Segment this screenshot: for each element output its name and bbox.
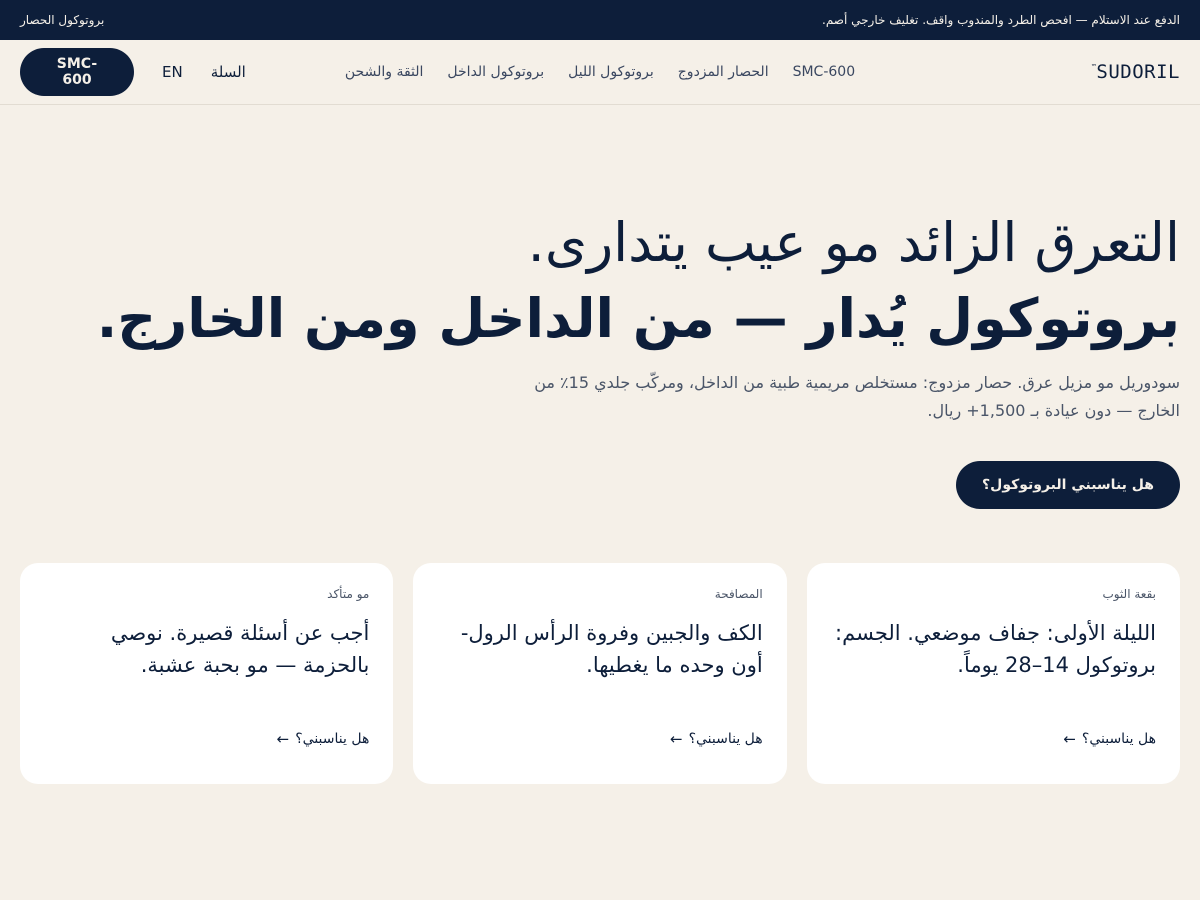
nav-link-trust-shipping[interactable]: الثقة والشحن [345,64,424,80]
arrow-left-icon: ← [276,730,290,748]
card-tag: بقعة الثوب [1102,587,1156,601]
card-not-sure[interactable]: مو متأكد أجب عن أسئلة قصيرة. نوصي بالحزم… [20,563,394,784]
protocol-link[interactable]: بروتوكول الحصار [20,13,104,27]
nav-link-double-blockade[interactable]: الحصار المزدوج [678,64,769,80]
card-title: أجب عن أسئلة قصيرة. نوصي بالحزمة — مو بح… [110,621,370,677]
hero-subtext: سودوريل مو مزيل عرق. حصار مزدوج: مستخلص … [534,373,1180,420]
card-tag: مو متأكد [327,587,370,601]
nav-links: SMC-600 الحصار المزدوج بروتوكول الليل بر… [345,64,855,80]
card-link-label: هل يناسبني؟ [688,731,763,747]
card-title: الكف والجبين وفروة الرأس الرول-أون وحده … [460,621,763,677]
card-handshake[interactable]: المصافحة الكف والجبين وفروة الرأس الرول-… [413,563,787,784]
announcement-text: الدفع عند الاستلام — افحص الطرد والمندوب… [822,13,1180,27]
card-garment-stain[interactable]: بقعة الثوب الليلة الأولى: جفاف موضعي. ال… [806,563,1180,784]
nav-link-smc600[interactable]: SMC-600 [793,64,856,80]
card-link[interactable]: هل يناسبني؟ ← [277,730,370,748]
language-toggle[interactable]: EN [162,63,183,81]
card-link[interactable]: هل يناسبني؟ ← [1063,730,1156,748]
card-tag: المصافحة [714,587,763,601]
brand-logo[interactable]: SUDORIL ™ [1090,61,1180,83]
logo-text: SUDORIL [1096,61,1180,83]
nav-link-inside-protocol[interactable]: بروتوكول الداخل [447,64,544,80]
quiz-cta-button[interactable]: هل يناسبني البروتوكول؟ [956,461,1180,509]
hero-headline-line1: التعرق الزائد مو عيب يتدارى. [527,211,1180,274]
cart-link[interactable]: السلة [211,63,246,81]
nav-actions: السلة EN SMC-600 [20,48,246,96]
card-link[interactable]: هل يناسبني؟ ← [670,730,763,748]
main-navbar: SUDORIL ™ SMC-600 الحصار المزدوج بروتوكو… [0,40,1200,105]
card-link-label: هل يناسبني؟ [1081,731,1156,747]
arrow-left-icon: ← [1063,730,1076,748]
nav-link-night-protocol[interactable]: بروتوكول الليل [568,64,654,80]
trademark-mark: ™ [1091,63,1097,71]
announcement-bar: الدفع عند الاستلام — افحص الطرد والمندوب… [0,0,1200,40]
model-button[interactable]: SMC-600 [20,48,134,96]
card-link-label: هل يناسبني؟ [295,731,370,747]
arrow-left-icon: ← [669,730,683,748]
hero-section: التعرق الزائد مو عيب يتدارى. بروتوكول يُ… [0,105,1200,509]
hero-headline-line2: بروتوكول يُدار — من الداخل ومن الخارج. [96,287,1180,350]
card-title: الليلة الأولى: جفاف موضعي. الجسم: بروتوك… [835,621,1156,677]
feature-cards: بقعة الثوب الليلة الأولى: جفاف موضعي. ال… [20,563,1180,784]
